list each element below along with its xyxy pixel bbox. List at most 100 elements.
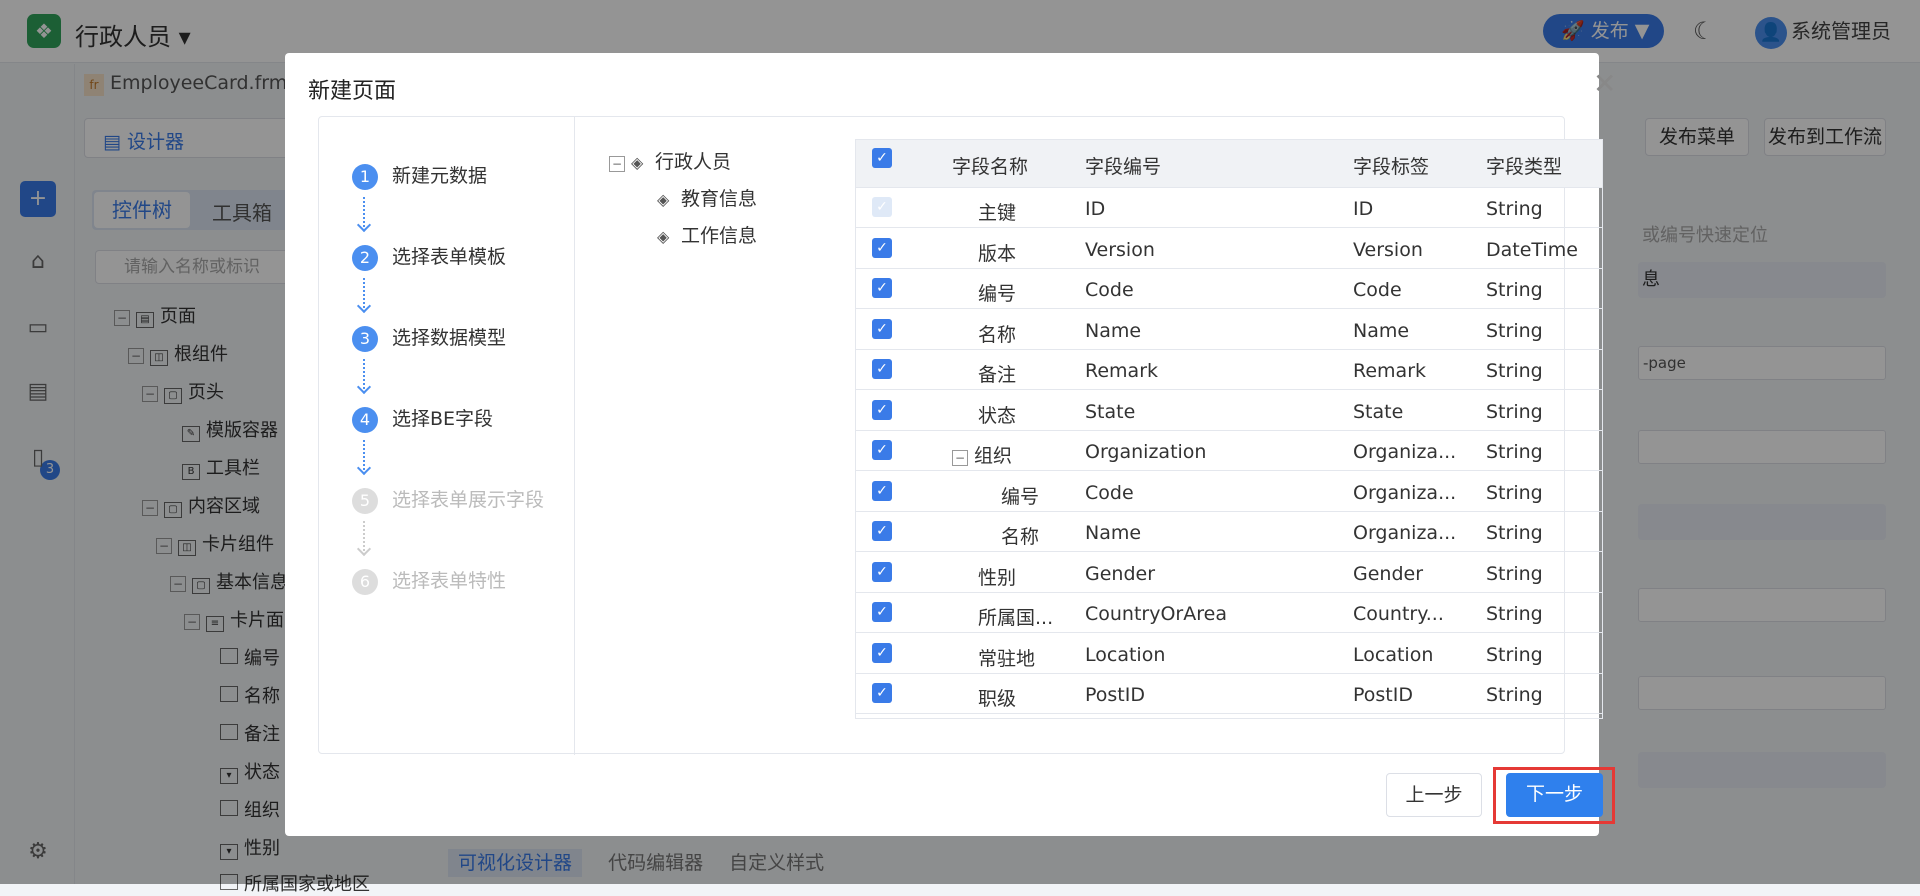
field-code: Code: [1085, 481, 1134, 504]
model-child[interactable]: ◈ 教育信息: [609, 184, 757, 221]
row-checkbox[interactable]: ✓: [872, 521, 892, 541]
field-name: 名称: [978, 323, 1017, 346]
table-row[interactable]: ✓ 性别 Gender Gender String: [856, 553, 1602, 593]
previous-button[interactable]: 上一步: [1386, 773, 1482, 817]
dialog-title: 新建页面: [308, 79, 397, 104]
field-code: Gender: [1085, 562, 1156, 585]
field-label: Organiza...: [1353, 441, 1457, 463]
data-model-tree: − ◈ 行政人员 ◈ 教育信息 ◈ 工作信息: [609, 147, 757, 258]
field-type: String: [1486, 319, 1543, 342]
field-type: String: [1486, 198, 1543, 220]
field-type: String: [1486, 360, 1543, 382]
table-row[interactable]: ✓ 编号 Code Organiza... String: [856, 472, 1602, 512]
field-label: Version: [1353, 238, 1423, 261]
field-type: String: [1486, 400, 1543, 423]
layers-icon: ◈: [631, 153, 644, 172]
table-row[interactable]: ✓ 备注 Remark Remark String: [856, 350, 1602, 390]
table-row[interactable]: ✓ 主键 ID ID String: [856, 188, 1602, 228]
row-checkbox[interactable]: ✓: [872, 480, 892, 501]
row-checkbox[interactable]: ✓: [872, 683, 892, 703]
select-all-checkbox[interactable]: ✓: [872, 148, 892, 168]
wizard-steps: 1 新建元数据 2 选择表单模板 3 选择数据模型 4 选择BE字段 5 选择表单展示字段…: [319, 117, 575, 755]
row-checkbox[interactable]: ✓: [872, 642, 892, 663]
step-arrow: [363, 197, 365, 227]
field-name: 主键: [978, 202, 1017, 224]
field-type: String: [1486, 643, 1543, 666]
table-row[interactable]: ✓ 状态 State State String: [856, 391, 1602, 431]
field-code: State: [1085, 400, 1136, 423]
field-code: Name: [1085, 319, 1142, 342]
field-label: Organiza...: [1353, 481, 1457, 504]
field-type: String: [1486, 441, 1543, 463]
row-checkbox[interactable]: ✓: [872, 278, 892, 298]
table-row[interactable]: ✓ 编号 Code Code String: [856, 269, 1602, 309]
field-label: Remark: [1353, 360, 1427, 382]
field-name: 名称: [1001, 526, 1040, 548]
field-name: 编号: [978, 283, 1017, 305]
field-name: 性别: [978, 566, 1017, 589]
column-header: 字段标签: [1353, 156, 1430, 178]
field-code: Code: [1085, 279, 1134, 301]
field-code: Organization: [1085, 441, 1207, 463]
collapse-icon: −: [609, 156, 625, 172]
field-name: 状态: [978, 404, 1017, 427]
field-label: PostID: [1353, 684, 1413, 706]
table-row[interactable]: ✓ 所属国... CountryOrArea Country... String: [856, 593, 1602, 633]
field-type: String: [1486, 481, 1543, 504]
row-checkbox[interactable]: ✓: [872, 602, 892, 622]
model-child[interactable]: ◈ 工作信息: [609, 221, 757, 258]
row-checkbox[interactable]: ✓: [872, 237, 892, 258]
step-arrow: [363, 521, 365, 551]
field-type: String: [1486, 603, 1543, 625]
table-row[interactable]: ✓ 名称 Name Name String: [856, 310, 1602, 350]
step-arrow: [363, 440, 365, 470]
field-code: Version: [1085, 238, 1155, 261]
highlight-box: [1493, 767, 1615, 824]
field-label: Country...: [1353, 603, 1444, 625]
model-root[interactable]: − ◈ 行政人员: [609, 147, 757, 184]
row-checkbox[interactable]: ✓: [872, 440, 892, 460]
field-type: String: [1486, 562, 1543, 585]
step-arrow: [363, 359, 365, 389]
step-3: 3 选择数据模型: [352, 323, 506, 352]
field-code: ID: [1085, 198, 1106, 220]
step-2: 2 选择表单模板: [352, 242, 506, 271]
field-label: Name: [1353, 319, 1410, 342]
field-code: PostID: [1085, 684, 1145, 706]
column-header: 字段名称: [952, 156, 1029, 178]
column-header: 字段编号: [1085, 156, 1162, 178]
table-row[interactable]: ✓ 版本 Version Version DateTime: [856, 229, 1602, 269]
field-name: 常驻地: [978, 647, 1036, 670]
field-label: Code: [1353, 279, 1402, 301]
field-code: Location: [1085, 643, 1166, 666]
table-row[interactable]: ✓ 职级 PostID PostID String: [856, 674, 1602, 714]
row-checkbox[interactable]: ✓: [872, 399, 892, 420]
field-name: 备注: [978, 364, 1017, 386]
table-row[interactable]: ✓ 常驻地 Location Location String: [856, 634, 1602, 674]
table-row[interactable]: ✓ − 组织 Organization Organiza... String: [856, 431, 1602, 471]
field-name: − 组织: [952, 441, 1012, 468]
field-name: 职级: [978, 688, 1017, 710]
field-label: Gender: [1353, 562, 1424, 585]
close-icon[interactable]: ✕: [1593, 67, 1616, 100]
field-code: CountryOrArea: [1085, 603, 1227, 625]
row-checkbox[interactable]: ✓: [872, 318, 892, 339]
collapse-icon[interactable]: −: [952, 450, 968, 466]
field-type: String: [1486, 522, 1543, 544]
field-label: Organiza...: [1353, 522, 1457, 544]
field-code: Remark: [1085, 360, 1159, 382]
field-name: 编号: [1001, 485, 1040, 508]
new-page-dialog: 新建页面 ✕ 1 新建元数据 2 选择表单模板 3 选择数据模型 4 选择BE字段 5选…: [285, 53, 1616, 836]
row-checkbox[interactable]: ✓: [872, 561, 892, 582]
table-header: ✓ 字段名称 字段编号 字段标签 字段类型: [856, 140, 1602, 188]
field-label: Location: [1353, 643, 1434, 666]
row-checkbox[interactable]: ✓: [872, 359, 892, 379]
step-6: 6 选择表单特性: [352, 566, 506, 595]
field-type: String: [1486, 279, 1543, 301]
field-name: 所属国...: [978, 607, 1054, 629]
field-name: 版本: [978, 242, 1017, 265]
fields-table: ✓ 字段名称 字段编号 字段标签 字段类型 ✓ 主键 ID ID String ✓ 版本 Ve…: [855, 139, 1603, 719]
table-row[interactable]: ✓ 名称 Name Organiza... String: [856, 512, 1602, 552]
step-1: 1 新建元数据: [352, 161, 487, 190]
column-header: 字段类型: [1486, 156, 1563, 178]
